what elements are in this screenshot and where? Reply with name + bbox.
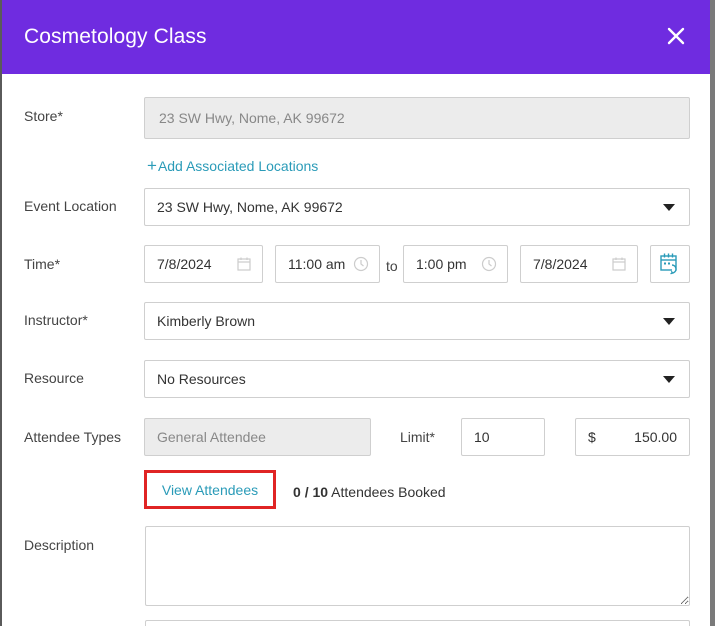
attendees-booked-status: 0 / 10 Attendees Booked <box>293 484 446 500</box>
plus-icon: + <box>147 156 157 175</box>
booked-suffix: Attendees Booked <box>331 484 446 500</box>
resource-value: No Resources <box>157 371 246 387</box>
time-to-label: to <box>386 258 398 274</box>
event-modal: Cosmetology Class Store* 23 SW Hwy, Nome… <box>2 0 710 626</box>
store-label: Store* <box>24 108 63 124</box>
description-label: Description <box>24 537 95 553</box>
limit-value: 10 <box>474 429 490 445</box>
limit-label: Limit* <box>400 429 436 445</box>
calendar-icon <box>612 257 626 271</box>
start-date-value: 7/8/2024 <box>157 256 212 272</box>
description-textarea[interactable] <box>145 526 690 606</box>
clock-icon <box>481 256 497 272</box>
event-location-value: 23 SW Hwy, Nome, AK 99672 <box>157 199 343 215</box>
start-time-value: 11:00 am <box>288 256 346 272</box>
store-value: 23 SW Hwy, Nome, AK 99672 <box>159 110 345 126</box>
next-field-partial[interactable] <box>145 620 690 626</box>
price-input[interactable]: $ 150.00 <box>575 418 690 456</box>
end-date-input[interactable]: 7/8/2024 <box>520 245 638 283</box>
calendar-icon <box>237 257 251 271</box>
modal-title: Cosmetology Class <box>24 25 207 48</box>
start-time-input[interactable]: 11:00 am <box>275 245 380 283</box>
chevron-down-icon <box>663 376 675 383</box>
view-attendees-button[interactable]: View Attendees <box>144 470 276 509</box>
booked-limit: 10 <box>312 484 329 500</box>
modal-header: Cosmetology Class <box>2 0 710 74</box>
booked-separator: / <box>304 484 309 500</box>
attendee-type-field: General Attendee <box>144 418 371 456</box>
time-label: Time* <box>24 256 61 272</box>
resource-select[interactable]: No Resources <box>144 360 690 398</box>
end-time-input[interactable]: 1:00 pm <box>403 245 508 283</box>
calendar-repeat-icon <box>660 253 677 275</box>
end-time-value: 1:00 pm <box>416 256 467 272</box>
attendee-type-value: General Attendee <box>157 429 266 445</box>
store-field: 23 SW Hwy, Nome, AK 99672 <box>144 97 690 139</box>
resource-label: Resource <box>24 370 84 386</box>
instructor-value: Kimberly Brown <box>157 313 256 329</box>
limit-input[interactable]: 10 <box>461 418 545 456</box>
chevron-down-icon <box>663 204 675 211</box>
price-value: 150.00 <box>634 429 677 445</box>
clock-icon <box>353 256 369 272</box>
instructor-select[interactable]: Kimberly Brown <box>144 302 690 340</box>
backdrop-strip <box>710 0 715 626</box>
attendee-types-label: Attendee Types <box>24 429 122 445</box>
recurring-calendar-button[interactable] <box>650 245 690 283</box>
event-location-select[interactable]: 23 SW Hwy, Nome, AK 99672 <box>144 188 690 226</box>
add-associated-locations-link[interactable]: +Add Associated Locations <box>147 156 318 176</box>
close-icon[interactable] <box>664 24 688 48</box>
booked-count: 0 <box>293 484 301 500</box>
currency-symbol: $ <box>588 429 596 445</box>
chevron-down-icon <box>663 318 675 325</box>
view-attendees-label: View Attendees <box>161 481 259 498</box>
end-date-value: 7/8/2024 <box>533 256 588 272</box>
add-locations-label: Add Associated Locations <box>157 158 319 174</box>
start-date-input[interactable]: 7/8/2024 <box>144 245 263 283</box>
event-location-label: Event Location <box>24 198 117 214</box>
instructor-label: Instructor* <box>24 312 88 328</box>
